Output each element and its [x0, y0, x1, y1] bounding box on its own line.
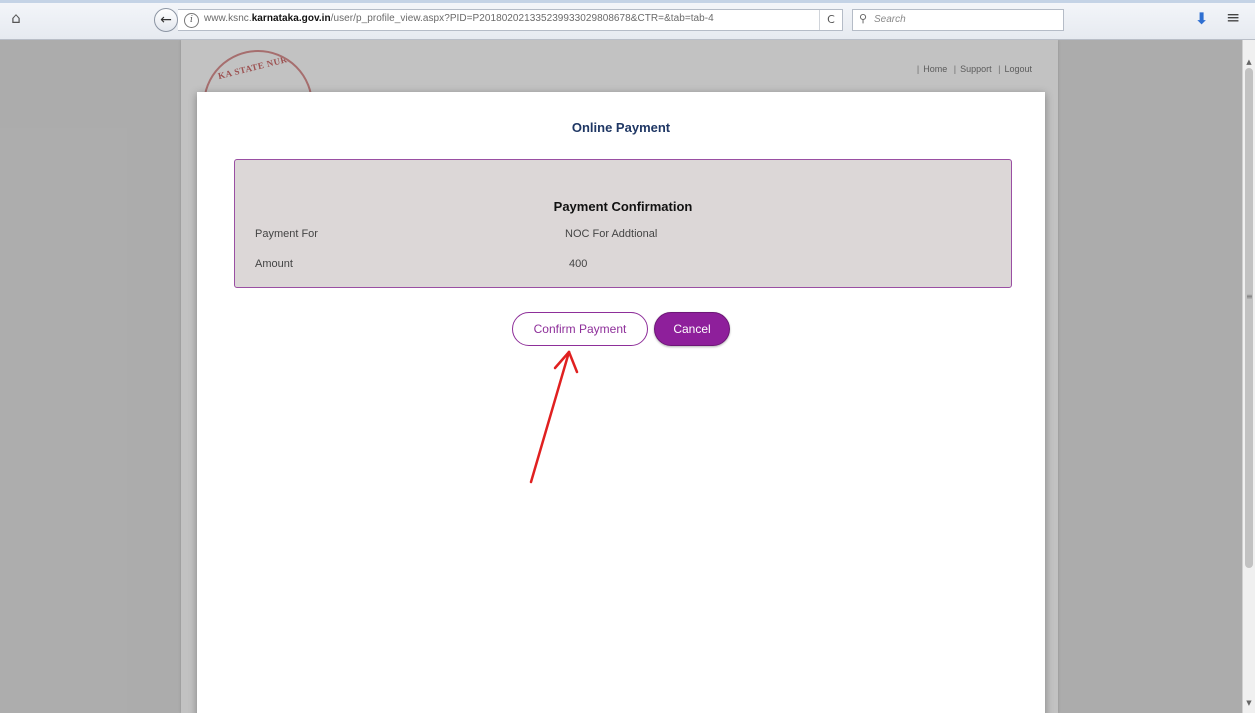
- amount-value: 400: [569, 258, 588, 270]
- search-icon: ⚲: [859, 12, 868, 25]
- scroll-up-icon[interactable]: ▲: [1243, 56, 1255, 68]
- confirm-payment-button[interactable]: Confirm Payment: [512, 312, 648, 346]
- address-bar[interactable]: i www.ksnc.karnataka.gov.in/user/p_profi…: [178, 9, 843, 31]
- payment-for-value: NOC For Addtional: [565, 228, 658, 240]
- info-icon[interactable]: i: [184, 13, 199, 28]
- scroll-thumb[interactable]: [1245, 68, 1253, 568]
- search-placeholder: Search: [874, 14, 906, 25]
- payment-confirmation-panel: Payment Confirmation Payment For NOC For…: [234, 159, 1012, 288]
- download-icon[interactable]: ⬇: [1195, 9, 1208, 28]
- scroll-down-icon[interactable]: ▼: [1243, 697, 1255, 709]
- url-prefix: www.ksnc.: [204, 13, 252, 24]
- reload-icon[interactable]: C: [819, 10, 842, 30]
- modal-title: Online Payment: [571, 120, 671, 135]
- online-payment-modal: Online Payment Payment Confirmation Paym…: [197, 92, 1045, 713]
- tabstrip-edge: [0, 0, 1255, 3]
- amount-label: Amount: [255, 258, 293, 270]
- hamburger-menu-icon[interactable]: ≡: [1226, 8, 1240, 28]
- home-icon[interactable]: ⌂: [8, 10, 24, 26]
- url-text[interactable]: www.ksnc.karnataka.gov.in/user/p_profile…: [204, 13, 714, 24]
- back-arrow-icon: ←: [160, 12, 172, 28]
- url-domain: karnataka.gov.in: [251, 13, 331, 24]
- arrow-shaft: [529, 350, 571, 484]
- url-path: /user/p_profile_view.aspx?PID=P201802021…: [330, 13, 714, 24]
- browser-toolbar: ⌂ ← i www.ksnc.karnataka.gov.in/user/p_p…: [0, 0, 1255, 40]
- panel-heading: Payment Confirmation: [553, 199, 693, 214]
- vertical-scrollbar[interactable]: ▲ ≡ ▼: [1242, 40, 1255, 713]
- cancel-button[interactable]: Cancel: [654, 312, 730, 346]
- arrow-head-right: [567, 350, 579, 374]
- search-input[interactable]: ⚲ Search: [852, 9, 1064, 31]
- annotation-arrow: [529, 350, 579, 484]
- payment-for-label: Payment For: [255, 228, 318, 240]
- page-viewport: KA STATE NURS | Home | Support | Logout Onl…: [0, 40, 1242, 713]
- back-button[interactable]: ←: [154, 8, 178, 32]
- scroll-grip-icon: ≡: [1246, 292, 1253, 301]
